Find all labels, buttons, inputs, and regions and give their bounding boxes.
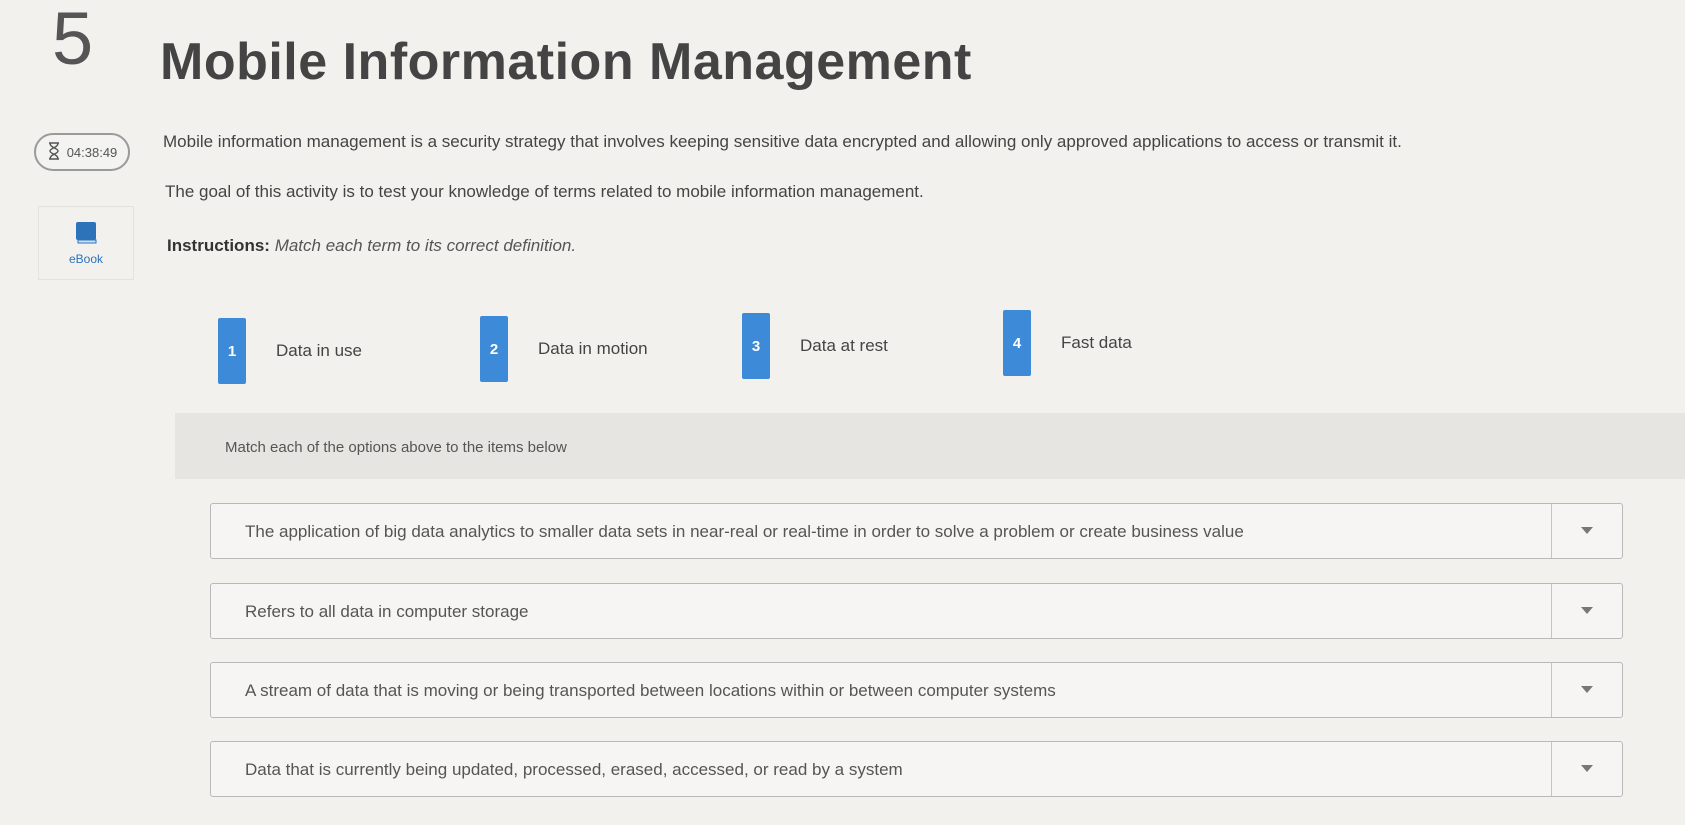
- match-dropdown[interactable]: [1551, 742, 1622, 796]
- page-title: Mobile Information Management: [160, 33, 972, 91]
- book-icon: [75, 221, 97, 248]
- hourglass-icon: [47, 141, 61, 163]
- match-prompt: Match each of the options above to the i…: [225, 439, 567, 456]
- goal-text: The goal of this activity is to test you…: [165, 182, 924, 201]
- term-data-in-motion[interactable]: 2 Data in motion: [480, 316, 648, 382]
- instructions-label: Instructions:: [167, 236, 270, 255]
- match-item-text: A stream of data that is moving or being…: [245, 681, 1056, 700]
- term-number-badge: 1: [218, 318, 246, 384]
- term-fast-data[interactable]: 4 Fast data: [1003, 310, 1132, 376]
- question-number: 5: [52, 0, 94, 80]
- match-item-3[interactable]: A stream of data that is moving or being…: [210, 662, 1623, 718]
- term-label: Fast data: [1061, 333, 1132, 352]
- term-label: Data in use: [276, 341, 362, 360]
- instructions: Instructions: Match each term to its cor…: [167, 236, 576, 256]
- timer-badge: 04:38:49: [34, 133, 130, 171]
- term-label: Data at rest: [800, 336, 888, 355]
- chevron-down-icon: [1581, 765, 1593, 772]
- ebook-button[interactable]: eBook: [38, 206, 134, 280]
- match-dropdown[interactable]: [1551, 584, 1622, 638]
- description-text: Mobile information management is a secur…: [163, 132, 1402, 151]
- match-dropdown[interactable]: [1551, 663, 1622, 717]
- term-data-in-use[interactable]: 1 Data in use: [218, 318, 362, 384]
- match-item-1[interactable]: The application of big data analytics to…: [210, 503, 1623, 559]
- match-instruction-bar: Match each of the options above to the i…: [175, 413, 1685, 479]
- match-item-text: Data that is currently being updated, pr…: [245, 760, 903, 779]
- match-item-4[interactable]: Data that is currently being updated, pr…: [210, 741, 1623, 797]
- term-data-at-rest[interactable]: 3 Data at rest: [742, 313, 888, 379]
- term-number-badge: 2: [480, 316, 508, 382]
- match-item-text: The application of big data analytics to…: [245, 522, 1244, 541]
- timer-value: 04:38:49: [66, 144, 118, 160]
- term-number-badge: 3: [742, 313, 770, 379]
- term-number-badge: 4: [1003, 310, 1031, 376]
- match-dropdown[interactable]: [1551, 504, 1622, 558]
- match-item-text: Refers to all data in computer storage: [245, 602, 529, 621]
- chevron-down-icon: [1581, 607, 1593, 614]
- match-item-2[interactable]: Refers to all data in computer storage: [210, 583, 1623, 639]
- instructions-text: Match each term to its correct definitio…: [274, 236, 577, 255]
- ebook-label: eBook: [68, 251, 104, 266]
- term-label: Data in motion: [538, 339, 648, 358]
- chevron-down-icon: [1581, 686, 1593, 693]
- chevron-down-icon: [1581, 527, 1593, 534]
